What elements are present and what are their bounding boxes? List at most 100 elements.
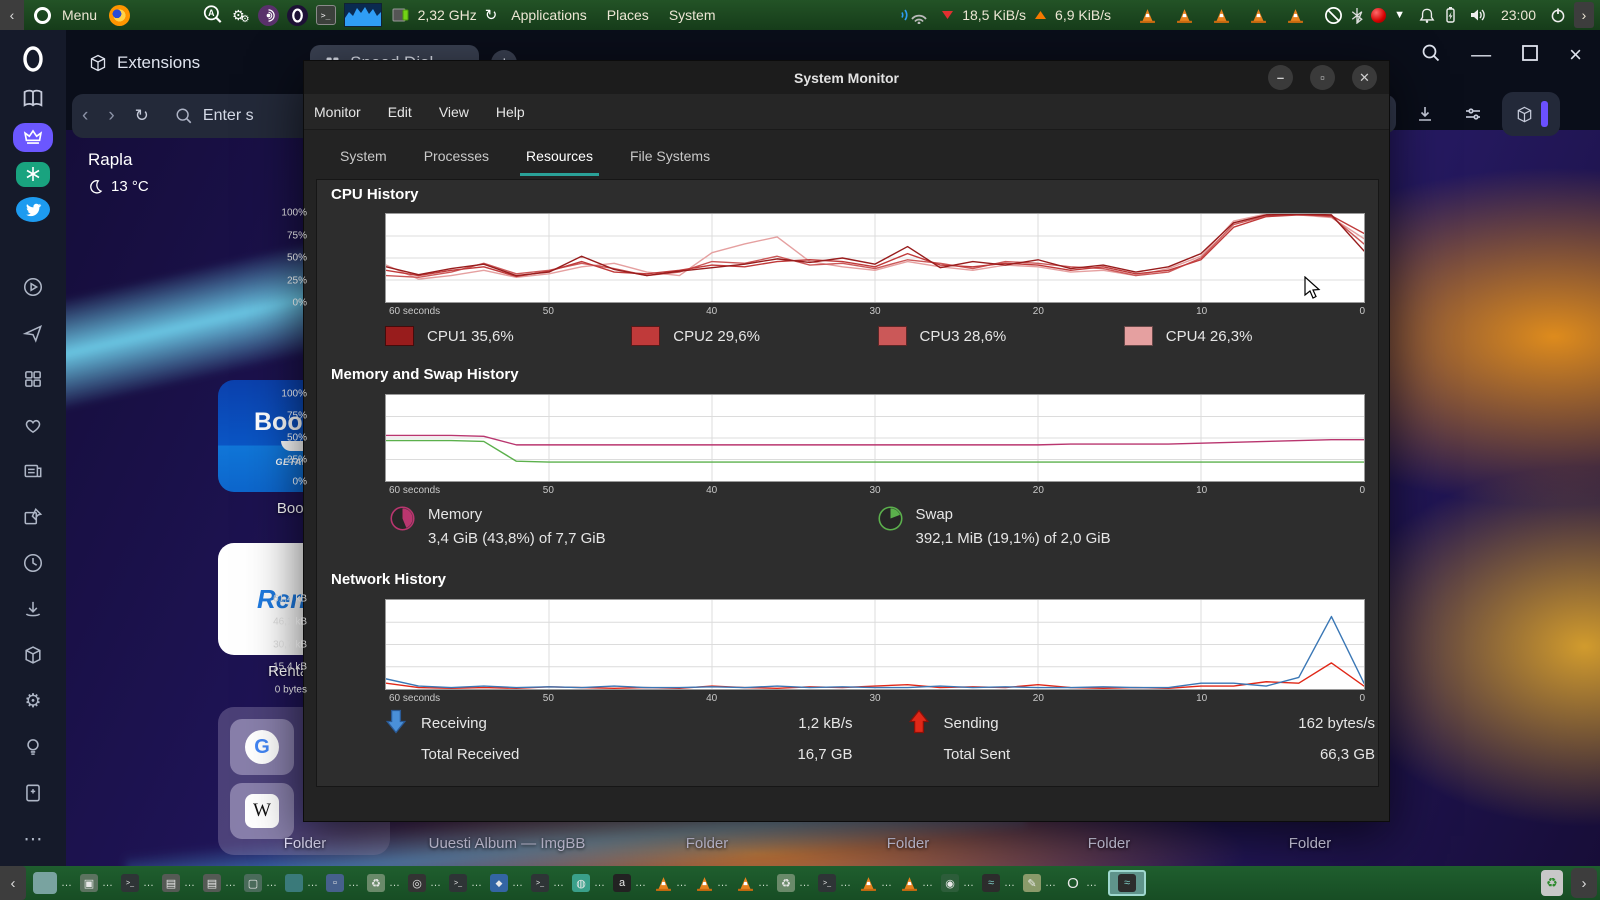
speed-dial-label[interactable]: Folder [999,835,1219,852]
news-icon[interactable] [16,454,50,488]
speed-dial-label[interactable]: Uuesti Album — ImgBB [397,835,617,852]
vlc-cone-icon[interactable] [1213,2,1230,28]
vlc-cone-icon[interactable] [1250,2,1267,28]
settings-icon[interactable]: ⚙ [16,684,50,718]
reading-icon[interactable] [16,776,50,810]
tab-system[interactable]: System [338,138,389,176]
player-icon[interactable] [16,270,50,304]
minimize-button[interactable]: – [1268,65,1293,90]
forward-button[interactable]: › [108,105,114,127]
gears-icon[interactable]: ⚙ ⚙ [232,2,250,28]
speed-dial-label[interactable]: Folder [1200,835,1420,852]
heart-icon[interactable] [16,408,50,442]
close-button[interactable]: ✕ [1352,65,1377,90]
panel-menu-places[interactable]: Places [607,7,649,23]
bluetooth-icon[interactable] [1351,2,1363,28]
taskbar-item-terminal[interactable]: >_… [531,874,565,892]
taskbar-item-disc[interactable]: ◎… [408,874,442,892]
speed-dial-icon[interactable] [16,362,50,396]
more-icon[interactable]: ⋯ [16,822,50,856]
twitter-icon[interactable] [16,196,50,222]
menu-view[interactable]: View [439,104,469,120]
notifications-bell-icon[interactable] [1419,2,1435,28]
downloads-button[interactable] [1406,95,1444,133]
taskbar-item-terminal[interactable]: >_… [818,874,852,892]
chatgpt-icon[interactable] [16,161,50,187]
titlebar[interactable]: System Monitor – ▫ ✕ [304,61,1389,94]
maximize-button[interactable]: ▫ [1310,65,1335,90]
browser-search-icon[interactable] [1421,43,1441,68]
speed-dial-label[interactable]: Folder [195,835,415,852]
taskbar-item-recycle[interactable]: ♻… [367,874,401,892]
taskbar-item-cone[interactable]: … [695,874,729,892]
taskbar-item-files-big[interactable]: … [33,872,73,894]
extensions-icon[interactable] [16,638,50,672]
volume-icon[interactable] [1469,2,1487,28]
menu-button[interactable]: Menu [62,7,97,23]
bookmarks-icon[interactable] [13,83,53,112]
taskbar-item-disc-green[interactable]: ◉… [941,874,975,892]
reload-button[interactable]: ↻ [135,106,149,126]
taskbar-item-sysmon[interactable]: ≈ [1108,870,1146,896]
clock[interactable]: 23:00 [1501,7,1536,23]
taskbar-item-monitor-dark[interactable]: ≈… [982,874,1016,892]
recording-indicator-icon[interactable] [1371,7,1387,23]
tab-resources[interactable]: Resources [520,138,599,176]
trash-icon[interactable]: ♻ [1541,870,1563,896]
taskbar-item-cone[interactable]: … [859,874,893,892]
premium-crown-icon[interactable] [13,122,53,152]
do-not-disturb-icon[interactable] [1324,2,1343,28]
battery-icon[interactable] [1443,2,1457,28]
tab-file-systems[interactable]: File Systems [628,138,712,176]
taskbar-item-select[interactable]: ▫… [326,874,360,892]
weather-widget[interactable]: Rapla 13 °C [88,150,149,195]
speed-dial-label[interactable]: Folder [597,835,817,852]
taskbar-item-opera[interactable]: O… [1064,874,1098,892]
tor-browser-icon[interactable] [257,4,279,26]
panel-menu-system[interactable]: System [669,7,716,23]
taskbar-item-square[interactable]: … [285,874,319,892]
dropdown-triangle-icon[interactable]: ▼ [1394,2,1405,28]
menu-monitor[interactable]: Monitor [314,104,361,120]
vlc-cone-icon[interactable] [1176,2,1193,28]
taskbar-item-terminal[interactable]: >_… [449,874,483,892]
downloads-icon[interactable] [16,592,50,626]
distro-logo-icon[interactable] [34,6,51,24]
network-signal-icon[interactable] [899,2,933,28]
taskbar-item-film[interactable]: ▤… [162,874,196,892]
opera-logo-icon[interactable] [13,44,53,73]
taskbar-collapse-left[interactable]: ‹ [0,866,26,900]
power-icon[interactable] [1550,2,1566,28]
taskbar-item-cone[interactable]: … [736,874,770,892]
send-icon[interactable] [16,316,50,350]
vlc-cone-icon[interactable] [1287,2,1304,28]
opera-tray-icon[interactable] [286,4,308,26]
taskbar-item-film[interactable]: ▤… [203,874,237,892]
menu-edit[interactable]: Edit [388,104,412,120]
taskbar-item-recycle[interactable]: ♻… [777,874,811,892]
idea-icon[interactable] [16,730,50,764]
taskbar-item-files[interactable]: ▢… [244,874,278,892]
back-button[interactable]: ‹ [82,105,88,127]
browser-close-button[interactable]: × [1569,42,1582,68]
taskbar-item-circle-a[interactable]: a… [613,874,647,892]
history-icon[interactable] [16,546,50,580]
panel-collapse-right[interactable]: › [1574,2,1594,28]
taskbar-item-terminal[interactable]: >_… [121,874,155,892]
menu-help[interactable]: Help [496,104,525,120]
browser-maximize-button[interactable] [1521,44,1539,67]
filters-button[interactable] [1454,95,1492,133]
firefox-icon[interactable] [109,4,131,26]
search-a-icon[interactable]: A [202,2,224,28]
extensions-panel-button[interactable] [1502,92,1560,136]
pinboard-icon[interactable] [16,500,50,534]
tab-processes[interactable]: Processes [422,138,491,176]
cpu-chip-icon[interactable] [390,2,410,28]
taskbar-item-folder[interactable]: ▣… [80,874,114,892]
panel-menu-applications[interactable]: Applications [511,7,587,23]
taskbar-collapse-right[interactable]: › [1571,868,1597,898]
speed-dial-label[interactable]: Folder [798,835,1018,852]
tab-extensions[interactable]: Extensions [88,53,200,73]
taskbar-item-circle-n[interactable]: ◍… [572,874,606,892]
taskbar-item-cone[interactable]: … [900,874,934,892]
